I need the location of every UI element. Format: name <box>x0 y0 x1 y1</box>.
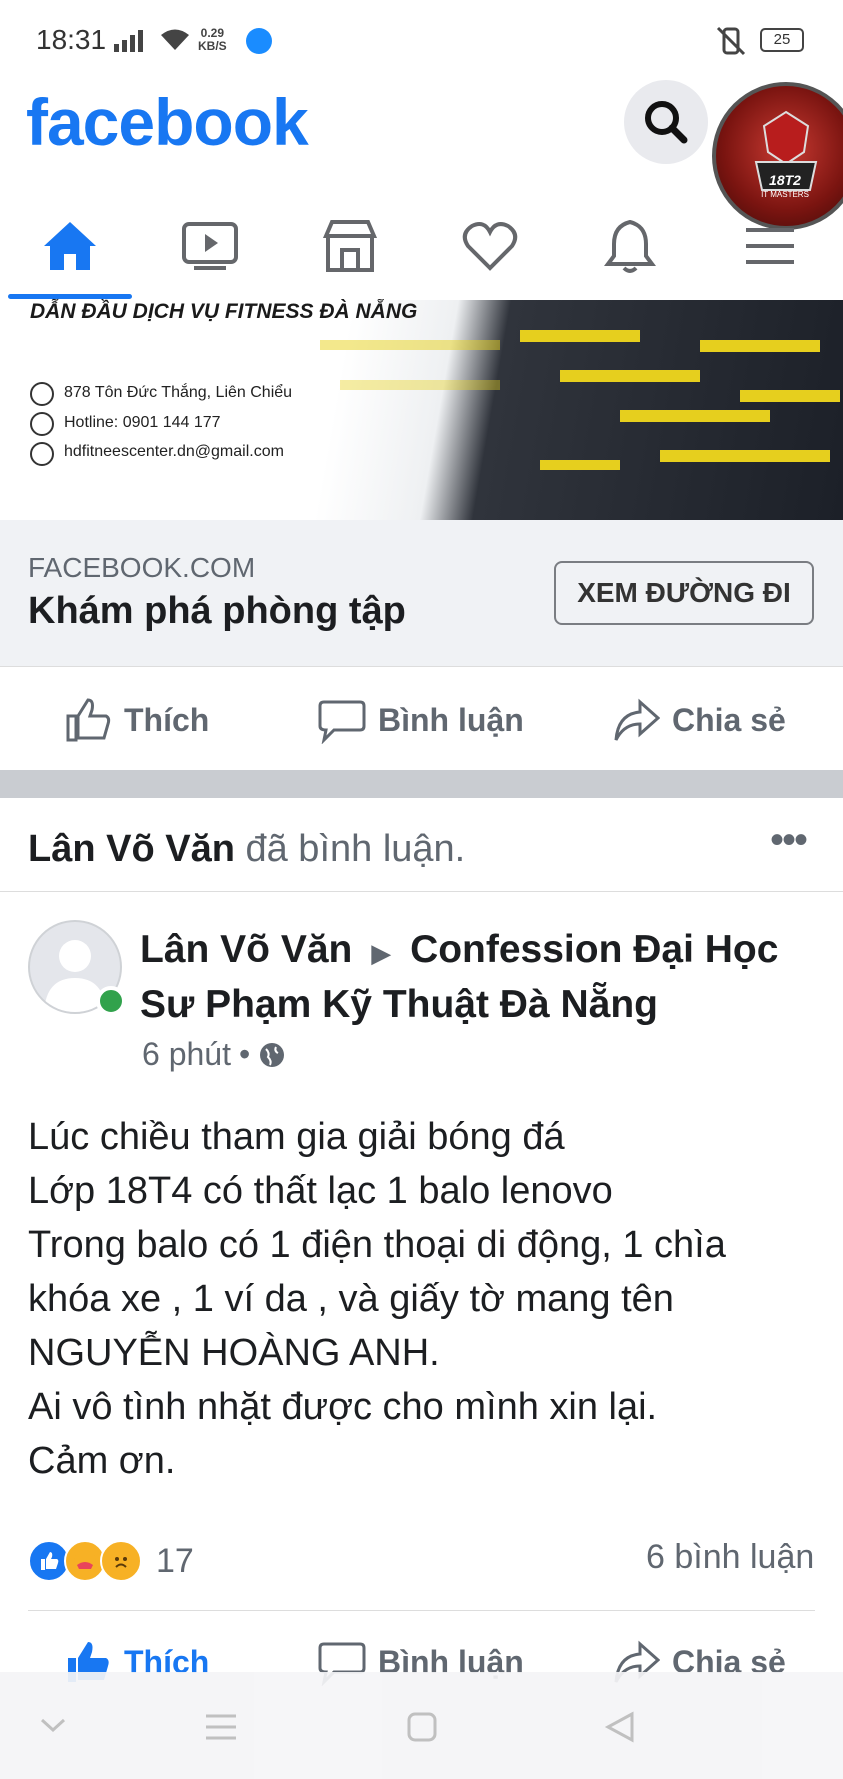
wifi-icon <box>158 26 192 57</box>
watch-icon <box>182 222 238 270</box>
ad-address: 878 Tôn Đức Thắng, Liên Chiểu <box>64 384 293 401</box>
status-time: 18:31 <box>36 24 107 55</box>
messenger-icon <box>246 28 272 54</box>
vibrate-icon <box>714 26 748 61</box>
online-indicator <box>96 986 126 1016</box>
location-icon <box>30 382 54 406</box>
battery-icon: 25 <box>760 28 804 52</box>
feed-separator <box>0 770 843 798</box>
network-speed: 0.29 KB/S <box>198 26 227 53</box>
ad-banner-title: DẪN ĐẦU DỊCH VỤ FITNESS ĐÀ NẴNG <box>30 300 418 323</box>
bell-icon <box>604 219 656 273</box>
system-navigation-bar <box>0 1672 843 1779</box>
like-button[interactable]: Thích <box>64 696 209 744</box>
post-line: Lớp 18T4 có thất lạc 1 balo lenovo <box>28 1170 613 1212</box>
home-button-icon[interactable] <box>406 1711 438 1743</box>
comment-icon <box>318 700 366 744</box>
back-icon[interactable] <box>604 1710 636 1744</box>
activity-line: Lân Võ Văn đã bình luận. <box>28 828 465 871</box>
post-header: Lân Võ Văn ▶ Confession Đại Học Sư Phạm … <box>140 924 820 1031</box>
post-line: khóa xe , 1 ví da , và giấy tờ mang tên <box>28 1278 674 1320</box>
nav-menu[interactable] <box>700 196 840 296</box>
comment-label: Bình luận <box>378 701 524 738</box>
marketplace-icon <box>322 220 378 272</box>
nav-home[interactable] <box>0 196 140 296</box>
signal-icon <box>114 28 150 57</box>
comment-button[interactable]: Bình luận <box>318 696 524 744</box>
search-button[interactable] <box>624 80 708 164</box>
share-icon <box>614 698 660 741</box>
post-meta: 6 phút • <box>142 1036 286 1073</box>
globe-icon <box>260 1042 285 1067</box>
share-label: Chia sẻ <box>672 701 786 738</box>
post-body: Lúc chiều tham gia giải bóng đá Lớp 18T4… <box>28 1110 828 1488</box>
post-line: Cảm ơn. <box>28 1440 176 1482</box>
ad-hotline: Hotline: 0901 144 177 <box>64 414 221 431</box>
home-icon <box>44 222 96 270</box>
ad-email: hdfitneescenter.dn@gmail.com <box>64 443 284 460</box>
activity-text: đã bình luận. <box>245 828 466 870</box>
link-title: Khám phá phòng tập <box>28 590 406 632</box>
meta-dot: • <box>238 1036 251 1072</box>
ad-banner-image[interactable] <box>0 300 843 520</box>
main-nav <box>0 196 843 301</box>
post-line: NGUYỄN HOÀNG ANH. <box>28 1332 440 1374</box>
like-label: Thích <box>124 701 210 738</box>
activity-divider <box>0 891 843 892</box>
phone-icon <box>30 412 54 436</box>
facebook-logo[interactable]: facebook <box>26 84 309 160</box>
sad-reaction-icon <box>100 1540 142 1582</box>
avatar-brand-text: 18T2 <box>769 172 801 188</box>
nav-marketplace[interactable] <box>280 196 420 296</box>
more-options-icon[interactable]: ••• <box>770 818 808 863</box>
mail-icon <box>30 442 54 466</box>
author-name[interactable]: Lân Võ Văn <box>140 928 352 971</box>
post-line: Ai vô tình nhặt được cho mình xin lại. <box>28 1386 658 1428</box>
thumbs-up-icon <box>66 698 111 742</box>
nav-active-indicator <box>8 294 132 299</box>
directions-button[interactable]: XEM ĐƯỜNG ĐI <box>554 561 814 625</box>
chevron-down-icon[interactable] <box>38 1716 68 1736</box>
menu-icon <box>746 228 794 264</box>
nav-watch[interactable] <box>140 196 280 296</box>
arrow-icon: ▶ <box>371 938 392 968</box>
activity-name[interactable]: Lân Võ Văn <box>28 828 235 870</box>
share-button[interactable]: Chia sẻ <box>612 696 786 744</box>
gym-photo <box>320 330 840 470</box>
post-time[interactable]: 6 phút <box>142 1036 231 1073</box>
post-actions-divider <box>28 1610 815 1611</box>
link-domain: FACEBOOK.COM <box>28 552 256 583</box>
heart-icon <box>462 222 518 271</box>
reaction-count: 17 <box>156 1541 194 1580</box>
comment-count[interactable]: 6 bình luận <box>646 1538 814 1577</box>
post-line: Lúc chiều tham gia giải bóng đá <box>28 1116 565 1158</box>
post-line: Trong balo có 1 điện thoại di động, 1 ch… <box>28 1224 726 1266</box>
reaction-summary[interactable]: 17 <box>28 1540 194 1582</box>
nav-dating[interactable] <box>420 196 560 296</box>
search-icon <box>645 101 688 144</box>
recent-apps-icon[interactable] <box>204 1712 238 1742</box>
nav-notifications[interactable] <box>560 196 700 296</box>
